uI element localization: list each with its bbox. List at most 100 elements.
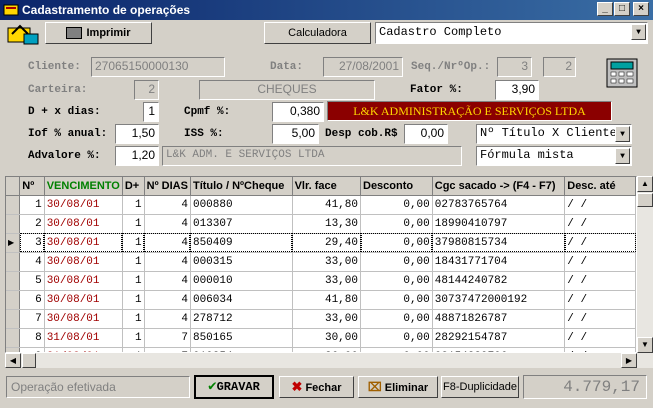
vertical-scrollbar[interactable]: ▲ ▼ <box>637 176 653 353</box>
cell-num[interactable]: 7 <box>19 309 45 329</box>
duplicidade-button[interactable]: F8-Duplicidade <box>441 376 519 398</box>
cell-desconto[interactable]: 0,00 <box>360 271 433 291</box>
cell-vencimento[interactable]: 30/08/01 <box>44 214 123 234</box>
cell-dmais[interactable]: 1 <box>122 195 145 215</box>
cell-ndias[interactable]: 4 <box>144 271 191 291</box>
chevron-down-icon[interactable]: ▼ <box>615 126 630 142</box>
cell-ndias[interactable]: 4 <box>144 309 191 329</box>
maximize-button[interactable]: □ <box>614 2 630 16</box>
cell-ndias[interactable]: 4 <box>144 252 191 272</box>
formula-select[interactable]: Fórmula mista ▼ <box>476 146 632 166</box>
cell-vlrface[interactable]: 33,00 <box>292 309 362 329</box>
cell-dmais[interactable]: 1 <box>122 271 145 291</box>
cell-desconto[interactable]: 0,00 <box>360 328 433 348</box>
print-button[interactable]: Imprimir <box>45 22 152 44</box>
fator-field[interactable]: 3,90 <box>495 80 539 100</box>
close-button[interactable]: ✖ Fechar <box>279 376 354 398</box>
delete-button[interactable]: ⌧ Eliminar <box>358 376 438 398</box>
cpmf-field[interactable]: 0,380 <box>272 102 324 122</box>
cell-vencimento[interactable]: 30/08/01 <box>44 195 123 215</box>
cell-dmais[interactable]: 1 <box>122 214 145 234</box>
empresa-short-field[interactable]: L&K ADM. E SERVIÇOS LTDA <box>162 146 462 166</box>
minimize-button[interactable]: _ <box>597 2 613 16</box>
cell-cgc[interactable]: 48871826787 <box>432 309 566 329</box>
cell-desconto[interactable]: 0,00 <box>360 290 433 310</box>
cell-titulo[interactable]: 000315 <box>190 252 293 272</box>
titulo-select[interactable]: Nº Título X Cliente ▼ <box>476 124 632 144</box>
cell-vlrface[interactable]: 29,40 <box>292 233 362 253</box>
mode-select[interactable]: Cadastro Completo ▼ <box>375 22 648 44</box>
cell-num[interactable]: 3 <box>19 233 45 253</box>
cell-cgc[interactable]: 18990410797 <box>432 214 566 234</box>
row-indicator[interactable] <box>6 309 21 329</box>
seq-field[interactable]: 3 <box>497 57 532 77</box>
table-row[interactable]: 2 30/08/01 1 4 013307 13,30 0,00 18990410797/ / <box>6 214 636 234</box>
cell-descate[interactable]: / / <box>564 233 636 253</box>
calculator-button[interactable]: Calculadora <box>264 22 371 44</box>
cell-vencimento[interactable]: 30/08/01 <box>44 233 123 253</box>
cell-vencimento[interactable]: 31/08/01 <box>44 328 123 348</box>
header-num[interactable]: Nº <box>19 177 45 196</box>
cell-cgc[interactable]: 30737472000192 <box>432 290 566 310</box>
cell-descate[interactable]: / / <box>564 252 636 272</box>
title-bar[interactable]: Cadastramento de operações _ □ × <box>0 0 653 20</box>
cell-vlrface[interactable]: 33,00 <box>292 252 362 272</box>
cell-titulo[interactable]: 850409 <box>190 233 293 253</box>
table-row[interactable]: ▶ 3 30/08/01 1 4 850409 29,40 0,00 37980815734/ … <box>6 233 636 253</box>
carteira-field[interactable]: 2 <box>134 80 159 100</box>
cell-vlrface[interactable]: 33,00 <box>292 271 362 291</box>
chevron-down-icon[interactable]: ▼ <box>615 148 630 164</box>
table-row[interactable]: 7 30/08/01 1 4 278712 33,00 0,00 48871826787/ / <box>6 309 636 329</box>
cell-ndias[interactable]: 7 <box>144 328 191 348</box>
cell-cgc[interactable]: 37980815734 <box>432 233 566 253</box>
cell-num[interactable]: 5 <box>19 271 45 291</box>
cell-num[interactable]: 4 <box>19 252 45 272</box>
cell-vlrface[interactable]: 30,00 <box>292 328 362 348</box>
cell-desconto[interactable]: 0,00 <box>360 195 433 215</box>
cell-vencimento[interactable]: 30/08/01 <box>44 252 123 272</box>
operations-grid[interactable]: Nº VENCIMENTO D+ Nº DIAS Título / NºCheq… <box>5 176 637 353</box>
cell-descate[interactable]: / / <box>564 309 636 329</box>
cell-cgc[interactable]: 28292154787 <box>432 328 566 348</box>
cell-desconto[interactable]: 0,00 <box>360 252 433 272</box>
cliente-name-field[interactable]: CHEQUES <box>199 80 375 100</box>
cell-dmais[interactable]: 1 <box>122 252 145 272</box>
row-indicator[interactable] <box>6 214 21 234</box>
cell-descate[interactable]: / / <box>564 290 636 310</box>
row-indicator[interactable] <box>6 328 21 348</box>
cell-num[interactable]: 2 <box>19 214 45 234</box>
calculator-icon[interactable] <box>603 55 641 91</box>
dias-field[interactable]: 1 <box>143 102 159 122</box>
table-row[interactable]: 1 30/08/01 1 4 000880 41,80 0,00 02783765764/ / <box>6 195 636 215</box>
cell-vencimento[interactable]: 30/08/01 <box>44 290 123 310</box>
cell-descate[interactable]: / / <box>564 328 636 348</box>
scroll-right-icon[interactable]: ▶ <box>621 353 637 368</box>
table-row[interactable]: 6 30/08/01 1 4 006034 41,80 0,00 30737472000192… <box>6 290 636 310</box>
scroll-up-icon[interactable]: ▲ <box>637 176 653 192</box>
cell-cgc[interactable]: 48144240782 <box>432 271 566 291</box>
cell-vlrface[interactable]: 13,30 <box>292 214 362 234</box>
cell-titulo[interactable]: 850165 <box>190 328 293 348</box>
cell-ndias[interactable]: 4 <box>144 195 191 215</box>
row-indicator[interactable] <box>6 252 21 272</box>
cell-titulo[interactable]: 013307 <box>190 214 293 234</box>
row-indicator[interactable] <box>6 195 21 215</box>
cell-vlrface[interactable]: 41,80 <box>292 290 362 310</box>
save-button[interactable]: ✔GRAVAR <box>194 375 274 399</box>
hscroll-thumb[interactable] <box>22 353 36 368</box>
cell-dmais[interactable]: 1 <box>122 328 145 348</box>
row-indicator[interactable] <box>6 271 21 291</box>
cell-desconto[interactable]: 0,00 <box>360 233 433 253</box>
cell-titulo[interactable]: 006034 <box>190 290 293 310</box>
header-desconto[interactable]: Desconto <box>360 177 433 196</box>
header-vencimento[interactable]: VENCIMENTO <box>44 177 123 196</box>
scroll-thumb[interactable] <box>637 193 653 207</box>
horizontal-scrollbar[interactable]: ◀ ▶ <box>5 353 653 368</box>
header-descate[interactable]: Desc. até <box>564 177 636 196</box>
advalore-field[interactable]: 1,20 <box>115 146 159 166</box>
cell-dmais[interactable]: 1 <box>122 290 145 310</box>
cell-cgc[interactable]: 02783765764 <box>432 195 566 215</box>
cell-num[interactable]: 8 <box>19 328 45 348</box>
cell-num[interactable]: 1 <box>19 195 45 215</box>
cliente-field[interactable]: 27065150000130 <box>91 57 225 77</box>
